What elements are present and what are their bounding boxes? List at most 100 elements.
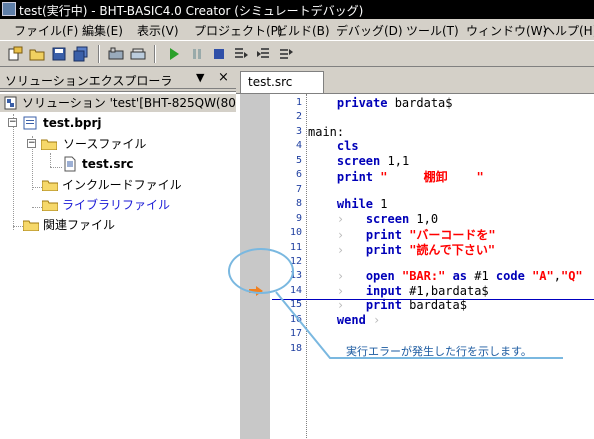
explorer-tree: ソリューション 'test'[BHT-825QW(802.1 − test.bp…: [0, 91, 236, 439]
code-editor: test.src 1 private bardata$ 2 3 main: 4 cls 5…: [236, 67, 594, 439]
menu-file[interactable]: ファイル(F): [14, 22, 78, 39]
code-keyword: code: [495, 269, 525, 284]
gutter-divider: [306, 94, 307, 439]
step-into-icon[interactable]: [233, 46, 249, 62]
explorer-header: ソリューションエクスプローラ ▼ ×: [0, 69, 236, 89]
code-line[interactable]: screen 1,1: [308, 154, 409, 168]
tree-line: [32, 187, 42, 188]
line-number: 18: [289, 342, 302, 354]
title-bar: test(実行中) - BHT-BASIC4.0 Creator (シミュレート…: [0, 0, 594, 19]
tree-line: [50, 167, 62, 168]
explorer-title: ソリューションエクスプローラ: [5, 74, 173, 88]
line-number: 9: [295, 212, 302, 224]
menu-bar: ファイル(F) 編集(E) 表示(V) プロジェクト(P) ビルド(B) デバッ…: [0, 19, 594, 41]
step-out-icon[interactable]: [278, 46, 294, 62]
code-keyword: print: [336, 170, 374, 185]
code-keyword: open: [365, 269, 395, 284]
folder-icon: [23, 220, 39, 231]
line-number: 7: [295, 183, 302, 195]
step-over-icon[interactable]: [256, 46, 272, 62]
code-line[interactable]: private bardata$: [308, 96, 453, 110]
code-keyword: screen: [336, 153, 381, 168]
dropdown-arrow-icon[interactable]: ▼: [196, 71, 204, 84]
code-line[interactable]: › screen 1,0: [308, 212, 438, 226]
tree-line: [32, 207, 42, 208]
menu-project[interactable]: プロジェクト(P): [194, 22, 283, 39]
callout-ellipse: [228, 248, 294, 294]
menu-build[interactable]: ビルド(B): [276, 22, 330, 39]
code-text: main:: [308, 124, 345, 139]
menu-window[interactable]: ウィンドウ(W): [466, 22, 547, 39]
code-line[interactable]: › open "BAR:" as #1 code "A","Q": [308, 269, 583, 283]
code-line[interactable]: main:: [308, 125, 344, 139]
code-keyword: while: [336, 197, 374, 212]
tree-item-solution[interactable]: ソリューション 'test'[BHT-825QW(802.1: [0, 94, 236, 112]
line-number: 8: [295, 198, 302, 210]
menu-help[interactable]: ヘルプ(H): [543, 22, 594, 39]
code-line[interactable]: cls: [308, 139, 359, 153]
window-title: test(実行中) - BHT-BASIC4.0 Creator (シミュレート…: [19, 4, 364, 18]
save-icon[interactable]: [51, 46, 67, 62]
close-icon[interactable]: ×: [218, 70, 229, 85]
toolbar-separator: [154, 45, 156, 63]
code-string: "Q": [560, 269, 583, 284]
stop-icon[interactable]: [211, 46, 227, 62]
tab-test-src[interactable]: test.src: [240, 71, 324, 93]
code-text: bardata$: [387, 96, 453, 110]
code-line[interactable]: while 1: [308, 197, 388, 212]
solution-icon: [4, 96, 17, 110]
toolbar: [0, 41, 594, 67]
solution-explorer: ソリューションエクスプローラ ▼ × ソリューション 'test'[BHT-82…: [0, 67, 236, 439]
folder-icon: [42, 200, 58, 211]
open-folder-icon[interactable]: [29, 46, 45, 62]
code-keyword: cls: [336, 139, 359, 154]
line-number: 3: [295, 125, 302, 137]
code-text: 1,1: [380, 153, 410, 168]
code-line[interactable]: › print bardata$: [308, 298, 467, 312]
code-string: "読んで下さい": [409, 242, 496, 257]
new-project-icon[interactable]: [8, 46, 24, 62]
save-all-icon[interactable]: [73, 46, 89, 62]
build-icon[interactable]: [108, 46, 124, 62]
code-text: #1,bardata$: [401, 283, 489, 298]
app-icon: [2, 2, 16, 16]
code-line[interactable]: wend ›: [308, 313, 380, 327]
run-icon[interactable]: [166, 46, 182, 62]
code-line[interactable]: print " 棚卸 ": [308, 168, 484, 185]
pause-icon[interactable]: [189, 46, 205, 62]
code-text: 1: [373, 197, 388, 212]
code-string: "BAR:": [401, 269, 446, 284]
tree-line: [50, 153, 51, 167]
line-number: 16: [289, 313, 302, 325]
menu-tools[interactable]: ツール(T): [406, 22, 459, 39]
code-text: ,: [553, 269, 561, 284]
menu-view[interactable]: 表示(V): [137, 22, 179, 39]
code-keyword: private: [336, 96, 388, 110]
source-file-label: test.src: [82, 157, 134, 171]
code-keyword: print: [365, 298, 402, 313]
project-label: test.bprj: [43, 116, 102, 130]
code-line[interactable]: › print "読んで下さい": [308, 241, 495, 258]
file-icon: [64, 156, 76, 172]
project-icon: [23, 116, 37, 130]
open-folder-icon: [41, 139, 57, 150]
collapse-icon[interactable]: −: [27, 139, 36, 148]
code-text: bardata$: [401, 298, 467, 313]
build-all-icon[interactable]: [130, 46, 146, 62]
menu-debug[interactable]: デバッグ(D): [336, 22, 403, 39]
code-line[interactable]: › input #1,bardata$: [308, 284, 489, 298]
code-text: 1,0: [409, 211, 439, 226]
collapse-icon[interactable]: −: [8, 118, 17, 127]
menu-edit[interactable]: 編集(E): [82, 22, 123, 39]
